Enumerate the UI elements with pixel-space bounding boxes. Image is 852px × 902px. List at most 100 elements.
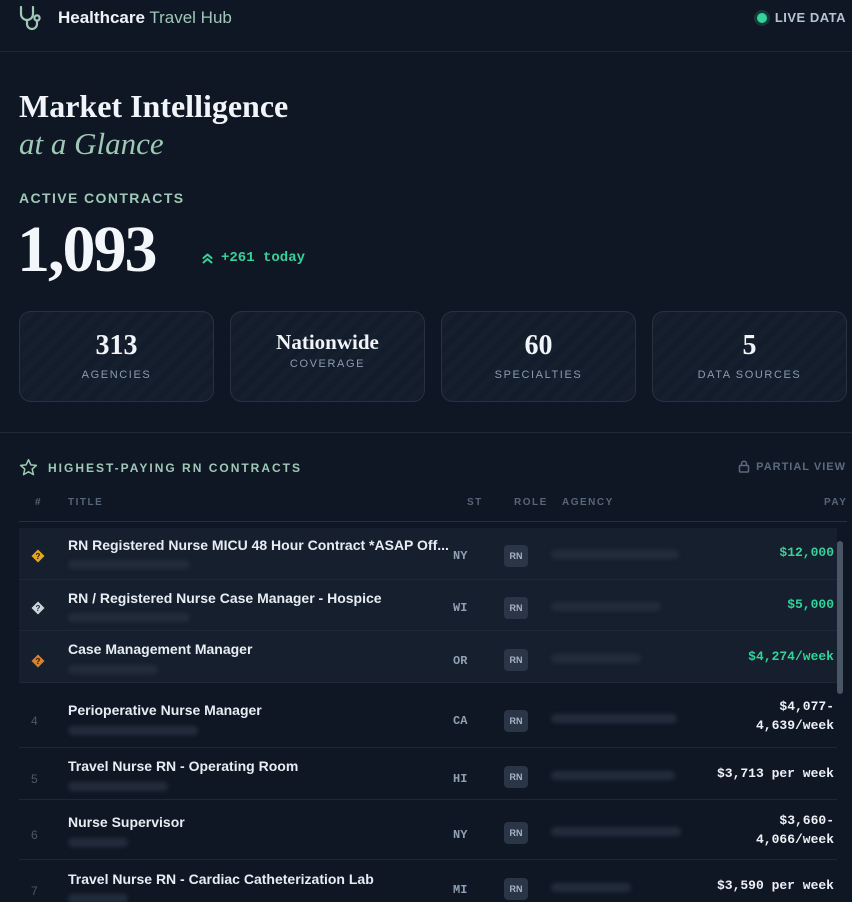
stat-card-data-sources: 5 DATA SOURCES (652, 311, 847, 402)
row-rank: 6 (31, 828, 38, 842)
active-contracts-label: ACTIVE CONTRACTS (19, 190, 185, 206)
medal-bronze-icon: ? (31, 654, 45, 668)
medal-gold-icon: ? (31, 549, 45, 563)
table-row[interactable]: 4 Perioperative Nurse Manager CA RN $4,0… (19, 683, 837, 748)
col-role[interactable]: ROLE (514, 497, 548, 508)
blurred-detail (68, 560, 190, 569)
star-icon (19, 458, 38, 476)
live-indicator: LIVE DATA (756, 10, 846, 25)
row-title[interactable]: Perioperative Nurse Manager (68, 702, 262, 718)
active-contracts-count: 1,093 (17, 213, 157, 286)
brand-main: Healthcare (58, 8, 145, 27)
blurred-agency (551, 714, 677, 723)
blurred-agency (551, 602, 661, 611)
row-title[interactable]: RN Registered Nurse MICU 48 Hour Contrac… (68, 537, 449, 553)
contracts-delta-text: +261 today (221, 250, 306, 266)
stat-label: AGENCIES (81, 369, 152, 381)
blurred-detail (68, 726, 198, 735)
list-title: HIGHEST-PAYING RN CONTRACTS (48, 460, 303, 475)
row-rank: 7 (31, 884, 38, 898)
row-pay: $3,713 per week (716, 766, 834, 781)
row-title[interactable]: Nurse Supervisor (68, 814, 185, 830)
row-pay: $3,660- 4,066/week (756, 811, 834, 849)
col-state[interactable]: ST (467, 497, 483, 508)
blurred-detail (68, 665, 158, 674)
top-bar: Healthcare Travel Hub LIVE DATA (0, 0, 852, 52)
row-pay-line1: $4,077- (779, 699, 834, 714)
blurred-agency (551, 883, 631, 892)
live-dot-icon (756, 12, 767, 23)
col-agency[interactable]: AGENCY (562, 497, 614, 508)
row-title[interactable]: RN / Registered Nurse Case Manager - Hos… (68, 590, 382, 606)
row-title[interactable]: Travel Nurse RN - Cardiac Catheterizatio… (68, 871, 374, 887)
blurred-agency (551, 771, 675, 780)
row-state: WI (453, 601, 468, 615)
hero-subtitle: at a Glance (19, 126, 164, 161)
row-pay: $3,590 per week (716, 878, 834, 893)
role-badge: RN (504, 545, 528, 567)
role-badge: RN (504, 822, 528, 844)
stat-value: 60 (524, 330, 553, 361)
stethoscope-icon[interactable] (18, 4, 46, 32)
svg-text:?: ? (36, 657, 41, 666)
blurred-agency (551, 654, 641, 663)
brand-accent: Travel Hub (144, 8, 232, 27)
table-row[interactable]: ? RN Registered Nurse MICU 48 Hour Contr… (19, 528, 837, 580)
role-badge: RN (504, 878, 528, 900)
col-rank: # (35, 497, 43, 508)
row-state: NY (453, 549, 468, 563)
role-badge: RN (504, 649, 528, 671)
list-header: HIGHEST-PAYING RN CONTRACTS (19, 458, 302, 477)
stat-value: 5 (742, 330, 757, 361)
row-pay: $4,077- 4,639/week (756, 697, 834, 735)
row-state: MI (453, 883, 468, 897)
row-rank: 4 (31, 714, 38, 728)
table-row[interactable]: 5 Travel Nurse RN - Operating Room HI RN… (19, 748, 837, 800)
row-state: CA (453, 714, 468, 728)
row-state: OR (453, 654, 468, 668)
row-state: HI (453, 772, 468, 786)
table-row[interactable]: ? RN / Registered Nurse Case Manager - H… (19, 580, 837, 631)
lock-icon (738, 460, 750, 473)
row-pay: $5,000 (787, 597, 834, 612)
blurred-agency (551, 827, 681, 836)
stat-value: 313 (95, 330, 138, 361)
medal-silver-icon: ? (31, 601, 45, 615)
blurred-detail (68, 894, 128, 902)
blurred-detail (68, 613, 190, 622)
role-badge: RN (504, 597, 528, 619)
blurred-detail (68, 838, 128, 847)
row-pay-line1: $3,660- (779, 813, 834, 828)
scrollbar-thumb[interactable] (837, 541, 843, 694)
table-row[interactable]: 6 Nurse Supervisor NY RN $3,660- 4,066/w… (19, 800, 837, 860)
row-pay-line2: 4,066/week (755, 832, 834, 847)
row-pay: $4,274/week (748, 649, 834, 664)
role-badge: RN (504, 766, 528, 788)
row-pay: $12,000 (779, 545, 834, 560)
row-title[interactable]: Travel Nurse RN - Operating Room (68, 758, 298, 774)
svg-text:?: ? (36, 552, 41, 561)
section-divider (0, 432, 852, 433)
stat-card-agencies: 313 AGENCIES (19, 311, 214, 402)
col-title[interactable]: TITLE (68, 497, 103, 508)
svg-text:?: ? (36, 604, 41, 613)
row-rank: 5 (31, 772, 38, 786)
blurred-agency (551, 550, 679, 559)
live-label: LIVE DATA (774, 10, 846, 25)
table-row[interactable]: ? Case Management Manager OR RN $4,274/w… (19, 631, 837, 683)
header-rule (19, 521, 847, 522)
stat-label: DATA SOURCES (697, 369, 802, 381)
stat-card-coverage: Nationwide COVERAGE (230, 311, 425, 402)
row-title[interactable]: Case Management Manager (68, 641, 252, 657)
stat-label: SPECIALTIES (494, 369, 583, 381)
contracts-delta: +261 today (202, 250, 305, 266)
col-pay[interactable]: PAY (824, 497, 847, 508)
app-title[interactable]: Healthcare Travel Hub (58, 8, 232, 28)
stat-value: Nationwide (276, 330, 379, 354)
partial-view-indicator: PARTIAL VIEW (738, 460, 846, 473)
partial-view-label: PARTIAL VIEW (756, 460, 846, 473)
row-pay-line2: 4,639/week (755, 718, 834, 733)
row-state: NY (453, 828, 468, 842)
table-row[interactable]: 7 Travel Nurse RN - Cardiac Catheterizat… (19, 860, 837, 902)
stats-row: 313 AGENCIES Nationwide COVERAGE 60 SPEC… (19, 311, 847, 402)
